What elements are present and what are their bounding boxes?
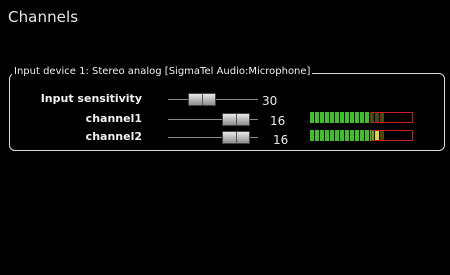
meter-segment <box>355 130 359 141</box>
channel1-value: 16 <box>270 114 286 128</box>
input-sensitivity-label: Input sensitivity <box>40 92 142 105</box>
meter-segment <box>350 130 354 141</box>
slider-thumb[interactable] <box>188 93 216 106</box>
meter-segment <box>310 112 314 123</box>
meter-segment <box>340 112 344 123</box>
input-sensitivity-row: Input sensitivity 30 <box>0 92 450 110</box>
channel2-slider[interactable] <box>168 130 258 144</box>
slider-thumb[interactable] <box>222 113 250 126</box>
meter-segment <box>320 130 324 141</box>
meter-segment <box>315 130 319 141</box>
meter-segment <box>365 130 369 141</box>
meter-segment <box>335 112 339 123</box>
channel1-level-meter <box>310 112 413 123</box>
window-title: Channels <box>8 8 79 26</box>
meter-segment <box>315 112 319 123</box>
meter-segment <box>325 112 329 123</box>
meter-segment <box>355 112 359 123</box>
meter-peak-zone <box>371 112 413 123</box>
group-legend: Input device 1: Stereo analog [SigmaTel … <box>12 66 313 77</box>
channel1-label: channel1 <box>85 112 142 125</box>
input-sensitivity-slider[interactable] <box>168 92 258 106</box>
meter-segment <box>310 130 314 141</box>
channel2-label: channel2 <box>85 130 142 143</box>
meter-segment <box>325 130 329 141</box>
meter-segment <box>330 130 334 141</box>
meter-peak-zone <box>371 130 413 141</box>
channel2-value: 16 <box>273 133 289 147</box>
channel1-slider[interactable] <box>168 112 258 126</box>
channel2-row: channel2 16 <box>0 130 450 148</box>
meter-segment <box>345 112 349 123</box>
meter-segment <box>345 130 349 141</box>
meter-segment <box>360 130 364 141</box>
input-sensitivity-value: 30 <box>262 94 278 108</box>
meter-segment <box>340 130 344 141</box>
channel2-level-meter <box>310 130 413 141</box>
channel1-row: channel1 16 <box>0 112 450 130</box>
meter-segment <box>335 130 339 141</box>
meter-segment <box>350 112 354 123</box>
meter-segment <box>330 112 334 123</box>
meter-segment <box>365 112 369 123</box>
meter-segment <box>320 112 324 123</box>
slider-thumb[interactable] <box>222 131 250 144</box>
meter-segment <box>360 112 364 123</box>
